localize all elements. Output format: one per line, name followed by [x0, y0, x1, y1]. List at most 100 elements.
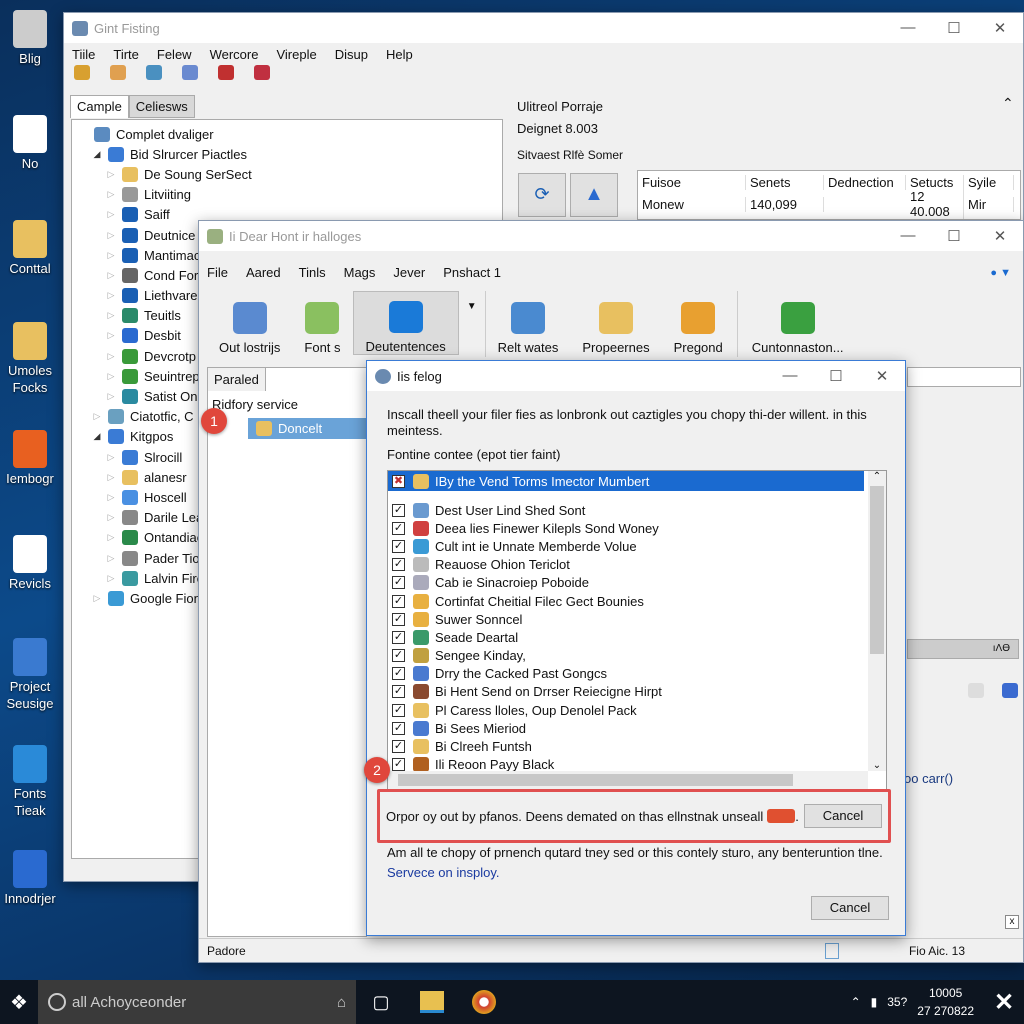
- checkbox[interactable]: ✓: [392, 649, 405, 663]
- tree-item[interactable]: Complet dvaliger: [72, 124, 502, 144]
- list-item[interactable]: ✓ Cortinfat Cheitial Filec Gect Bounies: [388, 592, 886, 610]
- expand-icon[interactable]: ▷: [90, 411, 104, 422]
- maximize-button[interactable]: ☐: [931, 227, 977, 245]
- checkbox[interactable]: ✓: [392, 758, 405, 772]
- expand-icon[interactable]: ▷: [104, 512, 118, 523]
- toolbar-icon-printer[interactable]: [254, 65, 270, 80]
- expand-icon[interactable]: ▷: [104, 553, 118, 564]
- list-item[interactable]: ✓ Drry the Cacked Past Gongcs: [388, 665, 886, 683]
- list-item[interactable]: ✓ Bi Clreeh Funtsh: [388, 737, 886, 755]
- desktop-icon[interactable]: Blig: [0, 10, 60, 67]
- minimize-button[interactable]: —: [885, 227, 931, 245]
- menu-item[interactable]: Vireple: [276, 47, 316, 62]
- ribbon-button[interactable]: Out lostrijs: [207, 291, 292, 355]
- desktop-icon[interactable]: No: [0, 115, 60, 172]
- expand-icon[interactable]: ▷: [104, 310, 118, 321]
- list-item[interactable]: ✓ Reauose Ohion Tericlot: [388, 556, 886, 574]
- ribbon-button[interactable]: Cuntonnaston...: [740, 291, 856, 355]
- menu-item[interactable]: Pnshact 1: [443, 265, 501, 280]
- tree-item-selected[interactable]: Doncelt: [248, 418, 366, 439]
- expand-icon[interactable]: ▷: [104, 532, 118, 543]
- expand-icon[interactable]: ▷: [104, 290, 118, 301]
- home-button[interactable]: ▲: [570, 173, 618, 217]
- file-explorer-icon[interactable]: [420, 991, 444, 1013]
- toolbar-icon-users[interactable]: [74, 65, 90, 80]
- expand-icon[interactable]: ▷: [104, 492, 118, 503]
- horizontal-scrollbar[interactable]: [388, 771, 868, 789]
- expand-icon[interactable]: ▷: [104, 573, 118, 584]
- refresh-button[interactable]: ⟳: [518, 173, 566, 217]
- ribbon-button[interactable]: Font s: [292, 291, 352, 355]
- tab-cample[interactable]: Cample: [70, 95, 129, 118]
- toolbar-icon-folder[interactable]: [146, 65, 162, 80]
- menu-item[interactable]: Jever: [393, 265, 425, 280]
- checkbox[interactable]: ✓: [392, 721, 405, 735]
- menu-item[interactable]: Help: [386, 47, 413, 62]
- maximize-button[interactable]: ☐: [813, 367, 859, 385]
- expand-icon[interactable]: ▷: [104, 371, 118, 382]
- menu-item[interactable]: Wercore: [210, 47, 259, 62]
- expand-icon[interactable]: ▷: [104, 189, 118, 200]
- checkbox[interactable]: ✓: [392, 503, 405, 517]
- list-item[interactable]: ✓ Seade Deartal: [388, 628, 886, 646]
- desktop-icon[interactable]: Project Seusige: [0, 638, 60, 712]
- ribbon-dropdown[interactable]: ▼: [459, 291, 486, 357]
- notification-icon[interactable]: ✕: [984, 988, 1024, 1017]
- desktop-icon[interactable]: Innodrjer: [0, 850, 60, 907]
- monitor-icon[interactable]: [968, 683, 984, 698]
- minimize-button[interactable]: —: [767, 367, 813, 385]
- close-button[interactable]: ✕: [859, 367, 905, 385]
- checkbox[interactable]: ✓: [392, 685, 405, 699]
- list-item[interactable]: ✓ Pl Caress lloles, Oup Denolel Pack: [388, 701, 886, 719]
- ribbon-button[interactable]: Relt wates: [486, 291, 571, 355]
- checkbox[interactable]: ✓: [392, 521, 405, 535]
- search-box[interactable]: all Achoyceonder ⌂: [38, 980, 356, 1024]
- list-item[interactable]: ✓ Cab ie Sinacroiep Poboide: [388, 574, 886, 592]
- checkbox[interactable]: ✓: [392, 558, 405, 572]
- table-row[interactable]: Monew 140,099 12 40.008 Mir: [638, 189, 1020, 219]
- expand-icon[interactable]: ▷: [104, 391, 118, 402]
- checkbox[interactable]: ✓: [392, 612, 405, 626]
- clock[interactable]: 10005 27 270822: [917, 984, 974, 1020]
- help-icon[interactable]: ● ▼: [990, 267, 1011, 279]
- list-header-item[interactable]: ✖ IBy the Vend Torms Imector Mumbert: [388, 471, 864, 491]
- list-item[interactable]: ✓ Sengee Kinday,: [388, 647, 886, 665]
- list-item[interactable]: ✓ Bi Hent Send on Drrser Reiecigne Hirpt: [388, 683, 886, 701]
- tree-item[interactable]: ▷ Litviiting: [72, 185, 502, 205]
- save-icon[interactable]: [1002, 683, 1018, 698]
- desktop-icon[interactable]: Umoles Focks: [0, 322, 60, 396]
- list-item[interactable]: ✓ Cult int ie Unnate Memberde Volue: [388, 537, 886, 555]
- expand-icon[interactable]: ▷: [104, 230, 118, 241]
- expand-icon[interactable]: ▷: [90, 593, 104, 604]
- toolbar-icon-chart[interactable]: [182, 65, 198, 80]
- list-item[interactable]: ✓ Dest User Lind Shed Sont: [388, 501, 886, 519]
- task-view-icon[interactable]: ▢: [356, 992, 406, 1013]
- expand-icon[interactable]: ▷: [104, 472, 118, 483]
- menu-item[interactable]: Felew: [157, 47, 192, 62]
- expand-icon[interactable]: ▷: [104, 250, 118, 261]
- close-pane-button[interactable]: x: [1005, 915, 1019, 929]
- list-item[interactable]: ✓ Suwer Sonncel: [388, 610, 886, 628]
- menu-item[interactable]: Tiile: [72, 47, 95, 62]
- cancel-button[interactable]: Cancel: [811, 896, 889, 920]
- minimize-button[interactable]: —: [885, 19, 931, 37]
- toolbar-icon-book[interactable]: [218, 65, 234, 80]
- desktop-icon[interactable]: Conttal: [0, 220, 60, 277]
- expand-icon[interactable]: ◢: [90, 431, 104, 442]
- menu-item[interactable]: Tirte: [113, 47, 139, 62]
- ribbon-button[interactable]: Pregond: [662, 291, 735, 355]
- search-field[interactable]: [907, 367, 1021, 387]
- tree-item[interactable]: ◢ Bid Slrurcer Piactles: [72, 144, 502, 164]
- menu-item[interactable]: Mags: [344, 265, 376, 280]
- menu-item[interactable]: Tinls: [299, 265, 326, 280]
- expand-icon[interactable]: ▷: [104, 452, 118, 463]
- checkbox[interactable]: ✓: [392, 576, 405, 590]
- expand-icon[interactable]: ▷: [104, 169, 118, 180]
- desktop-icon[interactable]: Iembogr: [0, 430, 60, 487]
- pane-tab[interactable]: Paraled: [208, 368, 266, 391]
- tree-item[interactable]: ▷ De Soung SerSect: [72, 164, 502, 184]
- expand-icon[interactable]: ◢: [90, 149, 104, 160]
- maximize-button[interactable]: ☐: [931, 19, 977, 37]
- menu-item[interactable]: Aared: [246, 265, 281, 280]
- close-button[interactable]: ✕: [977, 19, 1023, 37]
